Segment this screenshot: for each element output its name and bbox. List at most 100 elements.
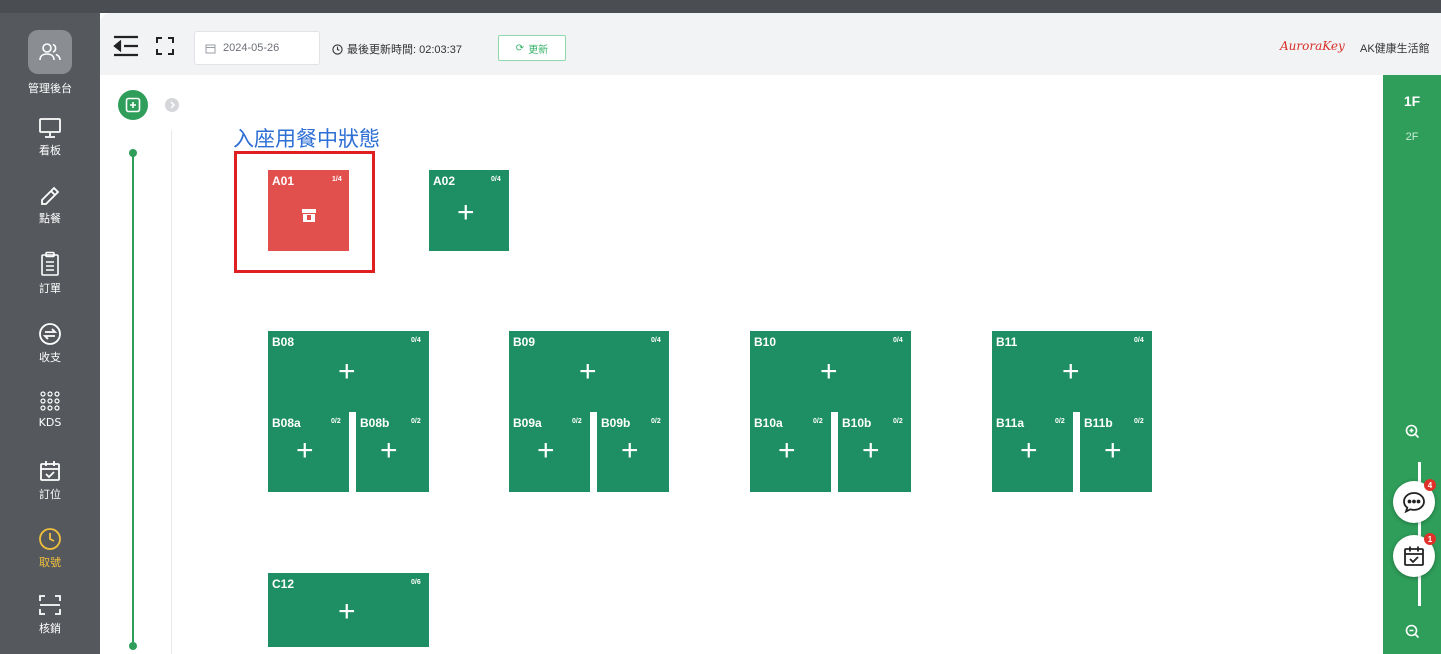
top-toolbar: 2024-05-26 最後更新時間: 02:03:37 ⟳ 更新 AuroraK…	[100, 13, 1441, 75]
table-capacity: 0/4	[491, 176, 501, 183]
expand-button[interactable]	[165, 98, 179, 112]
window-top-frame	[0, 0, 1441, 13]
fullscreen-icon	[156, 37, 174, 55]
table-capacity: 0/2	[813, 418, 823, 425]
add-icon: +	[1062, 355, 1080, 388]
table-name: B11b	[1084, 416, 1113, 430]
table-a02[interactable]: A02 0/4 +	[429, 170, 509, 251]
table-capacity: 0/2	[893, 418, 903, 425]
table-b10[interactable]: B10 0/4 +	[750, 331, 911, 412]
users-icon	[39, 43, 61, 61]
refresh-button[interactable]: ⟳ 更新	[498, 35, 566, 61]
table-b09[interactable]: B09 0/4 +	[509, 331, 669, 412]
table-capacity: 0/4	[893, 337, 903, 344]
table-b11a[interactable]: B11a 0/2 +	[992, 412, 1073, 492]
calendar-icon	[205, 44, 216, 53]
timeline-dot	[129, 149, 137, 157]
sidebar-item-finance[interactable]: 收支	[0, 322, 100, 365]
sidebar-item-order-food[interactable]: 點餐	[0, 185, 100, 226]
table-capacity: 0/2	[1055, 418, 1065, 425]
refresh-icon: ⟳	[515, 42, 525, 54]
sidebar-item-queue[interactable]: 取號	[0, 527, 100, 570]
sidebar-item-label: 核銷	[39, 622, 61, 635]
zoom-out-button[interactable]	[1405, 624, 1420, 644]
brand-name: AK健康生活館	[1360, 43, 1430, 55]
table-b10b[interactable]: B10b 0/2 +	[838, 412, 911, 492]
floor-plan-divider	[171, 130, 172, 654]
brand-logo: AuroraKey	[1280, 39, 1345, 53]
table-capacity: 0/4	[411, 337, 421, 344]
table-b09b[interactable]: B09b 0/2 +	[597, 412, 669, 492]
sidebar: 管理後台 看板 點餐 訂單 收支 KDS 訂位 取號 核銷	[0, 13, 100, 654]
add-icon: +	[820, 355, 838, 388]
date-value: 2024-05-26	[223, 42, 280, 54]
grid-dots-icon	[40, 391, 60, 411]
table-a01[interactable]: A01 1/4	[268, 170, 349, 251]
sidebar-item-label: 看板	[39, 144, 61, 157]
date-picker[interactable]: 2024-05-26	[194, 31, 320, 65]
zoom-out-icon	[1405, 624, 1420, 639]
sidebar-item-orders[interactable]: 訂單	[0, 251, 100, 296]
sidebar-item-label: KDS	[38, 416, 62, 429]
add-icon: +	[338, 355, 356, 388]
sidebar-item-dashboard[interactable]: 看板	[0, 117, 100, 158]
last-update-text: 最後更新時間: 02:03:37	[347, 44, 462, 56]
table-name: B11a	[996, 416, 1025, 430]
sidebar-admin-label: 管理後台	[28, 82, 72, 95]
table-name: B10b	[842, 416, 872, 430]
zoom-in-button[interactable]	[1405, 424, 1420, 444]
occupied-table-icon	[302, 209, 316, 222]
table-capacity: 0/4	[651, 337, 661, 344]
add-icon: +	[778, 434, 796, 467]
app-root: 管理後台 看板 點餐 訂單 收支 KDS 訂位 取號 核銷 2024-05-26…	[0, 0, 1441, 654]
add-note-icon	[125, 97, 141, 113]
clock-icon	[39, 528, 61, 550]
table-name: A01	[272, 174, 295, 188]
sidebar-admin[interactable]: 管理後台	[0, 30, 100, 96]
fullscreen-button[interactable]	[156, 37, 174, 60]
floor-1f-tab[interactable]: 1F	[1383, 93, 1441, 109]
sidebar-item-label: 點餐	[39, 212, 61, 225]
table-b10a[interactable]: B10a 0/2 +	[750, 412, 831, 492]
add-icon: +	[1020, 434, 1038, 467]
table-capacity: 0/6	[411, 579, 421, 586]
table-name: C12	[272, 577, 295, 591]
chevron-right-icon	[170, 101, 176, 109]
add-icon: +	[621, 434, 639, 467]
table-capacity: 0/4	[1134, 337, 1144, 344]
floor-2f-tab[interactable]: 2F	[1383, 131, 1441, 143]
collapse-menu-button[interactable]	[112, 35, 140, 62]
add-icon: +	[579, 355, 597, 388]
sidebar-item-label: 訂單	[39, 282, 61, 295]
table-name: B08b	[360, 416, 390, 430]
table-b11b[interactable]: B11b 0/2 +	[1080, 412, 1152, 492]
sidebar-item-kds[interactable]: KDS	[0, 389, 100, 429]
table-capacity: 1/4	[332, 176, 342, 183]
add-icon: +	[537, 434, 555, 467]
table-capacity: 0/2	[331, 418, 341, 425]
sidebar-item-label: 訂位	[39, 488, 61, 501]
table-c12[interactable]: C12 0/6 +	[268, 573, 429, 647]
table-b11[interactable]: B11 0/4 +	[992, 331, 1152, 412]
table-capacity: 0/2	[411, 418, 421, 425]
admin-avatar	[28, 30, 72, 74]
exchange-icon	[39, 323, 61, 345]
table-name: B09b	[601, 416, 631, 430]
status-caption: 入座用餐中狀態	[233, 127, 380, 151]
reservation-badge: 1	[1424, 533, 1436, 545]
calendar-check-icon	[1404, 546, 1424, 566]
table-b08a[interactable]: B08a 0/2 +	[268, 412, 349, 492]
chat-icon	[1403, 492, 1425, 513]
sidebar-item-reservation[interactable]: 訂位	[0, 459, 100, 502]
table-b08b[interactable]: B08b 0/2 +	[356, 412, 429, 492]
add-area-button[interactable]	[118, 90, 148, 120]
sidebar-item-redeem[interactable]: 核銷	[0, 593, 100, 636]
add-icon: +	[457, 196, 475, 229]
scan-icon	[39, 595, 61, 615]
menu-collapse-icon	[113, 35, 138, 57]
table-b09a[interactable]: B09a 0/2 +	[509, 412, 590, 492]
table-b08[interactable]: B08 0/4 +	[268, 331, 429, 412]
table-name: B11	[996, 335, 1018, 349]
add-icon: +	[1104, 434, 1122, 467]
clock-small-icon	[332, 43, 343, 55]
